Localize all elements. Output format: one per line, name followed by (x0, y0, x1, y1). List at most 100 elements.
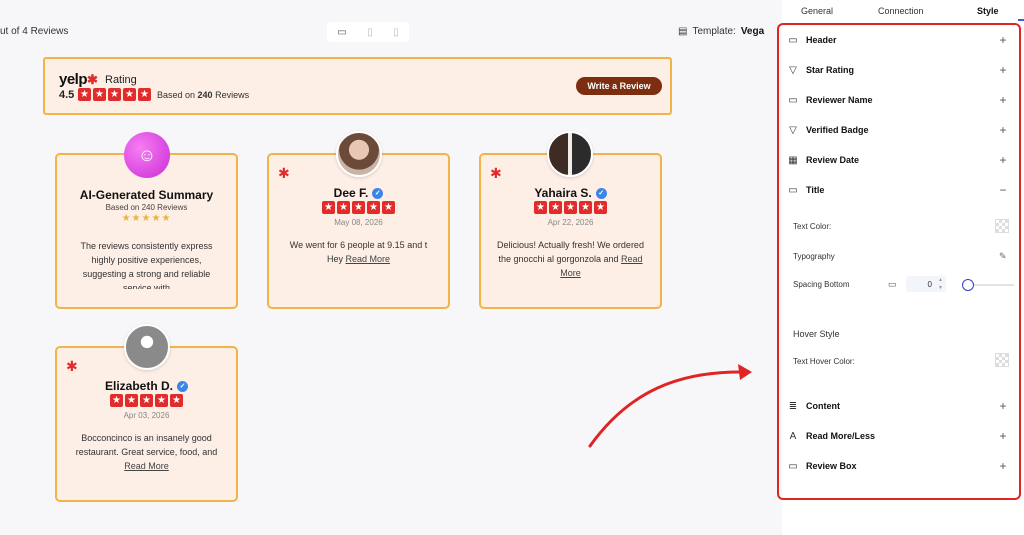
tab-style[interactable]: Style (977, 6, 999, 16)
filter-icon: ▽ (789, 64, 797, 76)
plus-icon: + (999, 429, 1007, 443)
star-icon: ★ (367, 201, 380, 214)
section-reviewer-name[interactable]: ▭ Reviewer Name + (787, 93, 1009, 107)
rating-label: Rating (105, 74, 137, 86)
review-body: We went for 6 people at 9.15 and t Hey R… (289, 240, 428, 264)
ai-chat-icon: ☺ (124, 132, 170, 178)
section-star-rating[interactable]: ▽ Star Rating + (787, 63, 1009, 77)
star-icon: ★ (337, 201, 350, 214)
hover-style-heading: Hover Style (793, 329, 840, 339)
star-icon: ★ (155, 394, 168, 407)
yelp-burst-icon: ✱ (278, 165, 290, 181)
list-icon: ≣ (788, 400, 798, 412)
star-icon: ★ (382, 201, 395, 214)
review-count-text: ut of 4 Reviews (0, 26, 69, 37)
plus-icon: + (999, 33, 1007, 47)
review-body: Bocconcinco is an insanely good restaura… (75, 433, 218, 471)
star-icon: ★ (110, 394, 123, 407)
section-title[interactable]: ▭ Title − (787, 183, 1009, 197)
edit-icon[interactable]: ✎ (999, 251, 1007, 262)
star-icon: ★ (170, 394, 183, 407)
filter-icon: ▽ (789, 124, 797, 136)
banner-star-rating: ★ ★ ★ ★ ★ (78, 88, 151, 101)
ai-summary-stars: ★★★★★ (121, 213, 172, 224)
calendar-icon: ▦ (788, 154, 798, 166)
star-icon: ★ (93, 88, 106, 101)
title-icon: ▭ (788, 184, 798, 196)
spacing-bottom-label: Spacing Bottom (793, 280, 850, 289)
reviewer-name: Elizabeth D. ✓ (57, 379, 236, 393)
review-date: Apr 22, 2026 (547, 218, 594, 227)
reviewer-name: Dee F. ✓ (269, 186, 448, 200)
minus-icon: − (999, 183, 1007, 197)
tablet-icon[interactable]: ▯ (367, 27, 373, 38)
section-content[interactable]: ≣ Content + (787, 399, 1009, 413)
template-indicator[interactable]: ▤ Template: Vega (678, 26, 764, 37)
star-icon: ★ (579, 201, 592, 214)
plus-icon: + (999, 93, 1007, 107)
comment-icon: ▭ (788, 460, 798, 472)
typography-label: Typography (793, 252, 835, 261)
yelp-burst-icon: ✱ (490, 165, 502, 181)
star-icon: ★ (140, 394, 153, 407)
yelp-burst-icon: ✱ (87, 72, 98, 87)
plus-icon: + (999, 153, 1007, 167)
rating-score: 4.5 (59, 89, 75, 101)
star-icon: ★ (322, 201, 335, 214)
read-more-link[interactable]: Read More (124, 461, 169, 471)
star-icon: ★ (549, 201, 562, 214)
star-icon: ★ (138, 88, 151, 101)
star-icon: ★ (125, 394, 138, 407)
section-review-date[interactable]: ▦ Review Date + (787, 153, 1009, 167)
ai-summary-based: Based on 240 Reviews (105, 203, 188, 212)
ai-summary-title: AI-Generated Summary (79, 188, 214, 202)
star-icon: ★ (78, 88, 91, 101)
section-header[interactable]: ▭ Header + (787, 33, 1009, 47)
section-verified-badge[interactable]: ▽ Verified Badge + (787, 123, 1009, 137)
star-icon: ★ (108, 88, 121, 101)
star-icon: ★ (123, 88, 136, 101)
device-switcher: ▭ ▯ ▯ (327, 22, 409, 42)
based-on-text: Based on 240 Reviews (157, 90, 250, 100)
text-color-label: Text Color: (793, 222, 832, 231)
reviewer-name: Yahaira S. ✓ (481, 186, 660, 200)
write-review-button[interactable]: Write a Review (576, 77, 662, 95)
review-star-rating: ★ ★ ★ ★ ★ (57, 394, 236, 407)
mobile-icon[interactable]: ▯ (393, 27, 399, 38)
section-review-box[interactable]: ▭ Review Box + (787, 459, 1009, 473)
tab-connection[interactable]: Connection (878, 6, 924, 16)
header-icon: ▭ (788, 34, 798, 46)
verified-badge-icon: ✓ (372, 187, 384, 199)
text-icon: A (789, 430, 797, 442)
stepper-arrows-icon[interactable]: ▲ ▼ (938, 276, 943, 292)
rating-header-banner: yelp✱ Rating 4.5 ★ ★ ★ ★ ★ Based on 240 Revi… (43, 57, 672, 115)
plus-icon: + (999, 459, 1007, 473)
template-label: Template: (692, 26, 736, 37)
text-color-swatch[interactable] (995, 219, 1009, 233)
star-icon: ★ (352, 201, 365, 214)
read-more-link[interactable]: Read More (346, 254, 391, 264)
review-body: Delicious! Actually fresh! We ordered th… (497, 240, 644, 278)
panel-tabs: General Connection Style (782, 6, 1024, 20)
active-tab-indicator (1018, 19, 1024, 21)
template-value: Vega (740, 26, 765, 37)
review-date: May 08, 2026 (334, 218, 383, 227)
review-date: Apr 03, 2026 (123, 411, 170, 420)
section-read-more[interactable]: A Read More/Less + (787, 429, 1009, 443)
yelp-burst-icon: ✱ (66, 358, 78, 374)
monitor-icon[interactable]: ▭ (888, 279, 897, 290)
verified-badge-icon: ✓ (595, 187, 607, 199)
review-star-rating: ★ ★ ★ ★ ★ (269, 201, 448, 214)
plus-icon: + (999, 63, 1007, 77)
text-hover-color-swatch[interactable] (995, 353, 1009, 367)
comment-icon: ▭ (788, 94, 798, 106)
star-icon: ★ (594, 201, 607, 214)
desktop-icon[interactable]: ▭ (337, 27, 346, 38)
ai-summary-body: The reviews consistently express highly … (80, 241, 213, 289)
reviewer-avatar (336, 131, 382, 177)
star-icon: ★ (564, 201, 577, 214)
spacing-slider-handle[interactable] (962, 279, 974, 291)
verified-badge-icon: ✓ (177, 380, 188, 392)
plus-icon: + (999, 123, 1007, 137)
tab-general[interactable]: General (801, 6, 833, 16)
